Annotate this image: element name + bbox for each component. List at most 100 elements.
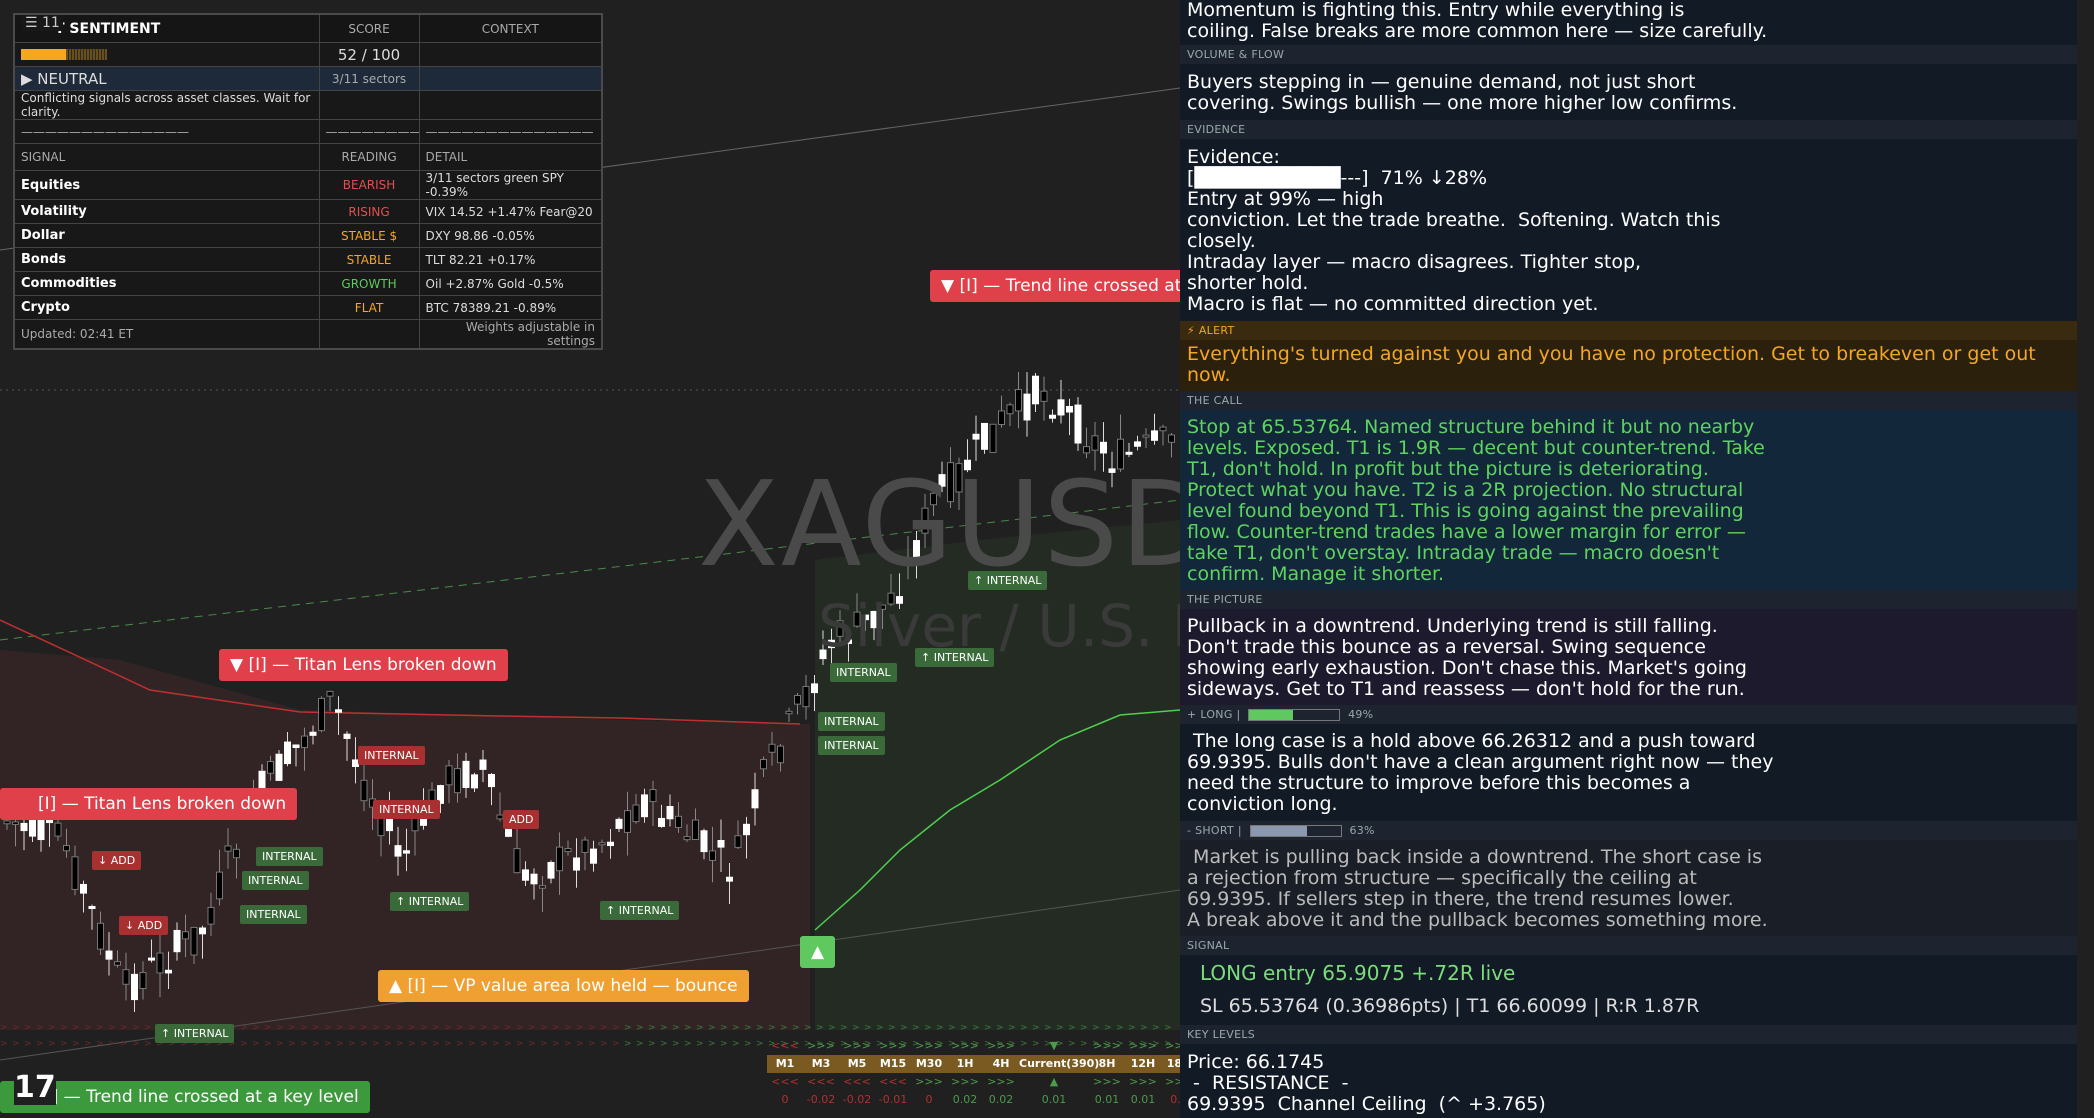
candle-body <box>692 819 699 840</box>
flag-trend-crossed-top[interactable]: ▼ [I] — Trend line crossed at <box>930 270 1180 302</box>
signal-row: Dollar STABLE $ DXY 98.86 -0.05% <box>13 223 603 248</box>
internal-tag: ↑ INTERNAL <box>968 571 1048 590</box>
candle-body <box>326 690 334 697</box>
candle-body <box>607 841 614 847</box>
signal-tick: > <box>816 1023 824 1033</box>
mtf-value: 0.01 <box>1041 1093 1067 1106</box>
candle-body <box>751 789 759 809</box>
signal-tick: > <box>348 1039 356 1049</box>
long-header: + LONG | 49% <box>1180 705 2077 724</box>
signal-tick: > <box>444 1023 452 1033</box>
signal-tick: > <box>360 1023 368 1033</box>
candle-body <box>1083 446 1090 454</box>
mtf-timeframe: M15 <box>879 1057 907 1070</box>
up-arrow-marker[interactable]: ▲ <box>800 936 836 968</box>
signal-tick: > <box>492 1039 500 1049</box>
candle-body <box>658 817 665 827</box>
mtf-arrow: >>> <box>915 1039 943 1052</box>
momentum-text: Momentum is fighting this. Entry while e… <box>1187 0 1768 42</box>
empty-cell <box>418 42 603 67</box>
signal-tick: > <box>528 1039 536 1049</box>
signal-tick: > <box>24 1023 32 1033</box>
candle-body <box>190 926 198 956</box>
reading-subheader: READING <box>318 143 420 171</box>
candle-body <box>700 830 708 853</box>
candle-body <box>972 433 980 440</box>
mtf-arrow: >>> <box>987 1039 1015 1052</box>
signal-tick: > <box>1032 1023 1040 1033</box>
separator: —————————————— <box>418 119 603 144</box>
watermark-symbol: XAGUSD, <box>698 455 1180 593</box>
signal-tick: > <box>684 1039 692 1049</box>
mtf-timeframe: 8H <box>1098 1057 1116 1070</box>
menu-icon[interactable]: ☰ 11 <box>22 15 63 31</box>
mtf-arrow: >>> <box>915 1075 943 1088</box>
signal-tick: > <box>660 1023 668 1033</box>
candle-body <box>54 822 62 837</box>
signal-tick: > <box>504 1023 512 1033</box>
signal-rows: Equities BEARISH 3/11 sectors green SPY -0… <box>13 170 603 320</box>
candle-body <box>105 950 113 960</box>
signal-tick: > <box>0 1023 8 1033</box>
candle-body <box>20 822 28 832</box>
signal-tick: > <box>384 1039 392 1049</box>
candle-body <box>207 906 215 925</box>
short-case-text: Market is pulling back inside a downtren… <box>1180 840 2077 936</box>
flag-vp-bounce[interactable]: ▲ [I] — VP value area low held — bounce <box>378 970 749 1002</box>
signal-tick: > <box>432 1023 440 1033</box>
separator: —————————————— <box>318 119 420 144</box>
mtf-value: 0 <box>781 1093 789 1106</box>
signal-tick: > <box>636 1023 644 1033</box>
signal-name: Commodities <box>13 271 320 296</box>
signal-name: Bonds <box>13 247 320 272</box>
signal-tick: > <box>780 1023 788 1033</box>
signal-tick: > <box>1080 1023 1088 1033</box>
candle-body <box>649 789 657 803</box>
tradingview-logo: 17 <box>14 1070 56 1105</box>
candle-body <box>598 842 606 846</box>
flag-titan-broken-mid[interactable]: ▼ [I] — Titan Lens broken down <box>219 649 508 681</box>
price-scale-strip[interactable] <box>2077 0 2094 1118</box>
internal-tag: INTERNAL <box>240 905 307 924</box>
candle-body <box>777 745 784 764</box>
signal-name: Equities <box>13 170 320 200</box>
signal-tick: > <box>0 1039 8 1049</box>
candle-body <box>666 806 674 820</box>
candle-body <box>275 753 283 781</box>
hamburger-icon: ☰ <box>25 15 38 31</box>
signal-tick: > <box>60 1023 68 1033</box>
signal-tick: > <box>312 1023 320 1033</box>
candle-body <box>530 873 538 885</box>
signal-tick: > <box>288 1023 296 1033</box>
signal-entry-line: LONG entry 65.9075 +.72R live <box>1200 961 1516 985</box>
signal-row: Commodities GROWTH Oil +2.87% Gold -0.5% <box>13 271 603 296</box>
signal-tick: > <box>108 1023 116 1033</box>
mtf-arrow: ▲ <box>1049 1075 1059 1088</box>
signal-reading: GROWTH <box>318 271 420 296</box>
signal-tick: > <box>420 1023 428 1033</box>
signal-tick: > <box>744 1023 752 1033</box>
signal-tick: > <box>744 1039 752 1049</box>
signal-tick: > <box>144 1039 152 1049</box>
mtf-arrows-top: <<< >>> >>> >>> >>> >>> >>> ▼ >>> >>> >>> <box>767 1037 1180 1055</box>
signal-tick: > <box>36 1023 44 1033</box>
chart-area[interactable]: > > > > > > > > > > > > > > > > > > > > > > > > > > > > > > > > > > > > > > > >… <box>0 0 1180 1118</box>
signal-tick: > <box>648 1039 656 1049</box>
signal-tick: > <box>1020 1023 1028 1033</box>
mtf-value: 0.01 <box>1130 1093 1156 1106</box>
signal-tick: > <box>1104 1023 1112 1033</box>
signal-tick: > <box>96 1039 104 1049</box>
signal-row: Equities BEARISH 3/11 sectors green SPY -0… <box>13 170 603 200</box>
analysis-panel[interactable]: Momentum is fighting this. Entry while e… <box>1180 0 2077 1118</box>
signal-tick: > <box>120 1023 128 1033</box>
candle-body <box>80 883 87 894</box>
signal-detail: VIX 14.52 +1.47% Fear@20 <box>418 199 603 224</box>
signal-tick: > <box>612 1023 620 1033</box>
mtf-arrow: >>> <box>1129 1075 1157 1088</box>
candle-body <box>768 743 776 753</box>
signal-reading: RISING <box>318 199 420 224</box>
mtf-arrow: >>> <box>1165 1039 1180 1052</box>
empty-cell <box>418 90 603 120</box>
signal-tick: > <box>720 1039 728 1049</box>
flag-titan-broken-left[interactable]: [I] — Titan Lens broken down <box>0 788 298 820</box>
